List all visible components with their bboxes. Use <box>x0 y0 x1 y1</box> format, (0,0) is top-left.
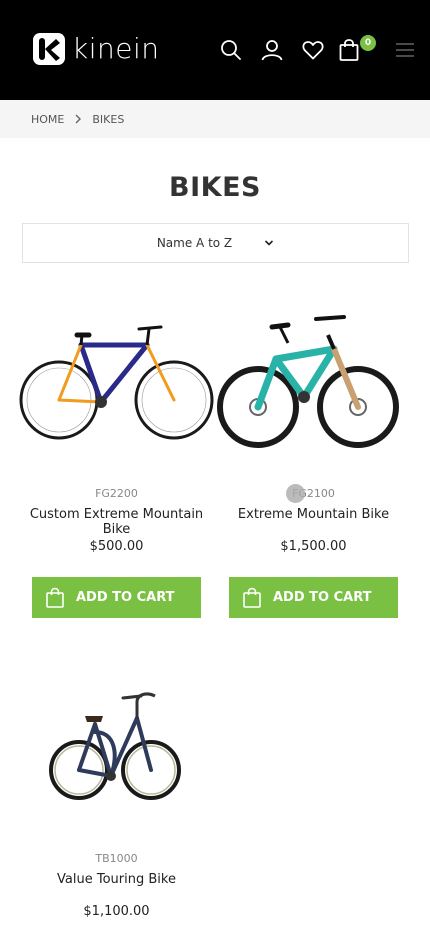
sort-selected-value: Name A to Z <box>156 236 233 250</box>
hamburger-menu-icon <box>396 43 414 57</box>
product-sku: TB1000 <box>95 852 138 865</box>
touring-bike-image <box>49 692 181 800</box>
logo-text: kinein <box>72 32 160 65</box>
carousel-dot[interactable] <box>286 484 305 503</box>
heart-icon <box>302 41 324 60</box>
mountain-bike-image <box>19 325 214 440</box>
shopping-bag-icon <box>44 587 66 609</box>
product-card: FG2200 Custom Extreme Mountain Bike $500… <box>19 307 214 554</box>
product-price: $500.00 <box>89 539 144 554</box>
sort-select[interactable]: Name A to Z <box>22 223 409 263</box>
breadcrumb-home-link[interactable]: HOME <box>31 113 64 126</box>
product-sku: FG2100 <box>292 487 335 500</box>
search-button[interactable] <box>218 36 244 64</box>
product-image[interactable] <box>19 672 214 837</box>
add-to-cart-button[interactable]: ADD TO CART <box>229 577 398 618</box>
product-price: $1,100.00 <box>83 904 150 919</box>
add-to-cart-label: ADD TO CART <box>273 590 372 605</box>
product-image[interactable] <box>19 307 214 472</box>
account-button[interactable] <box>259 36 285 64</box>
product-price: $1,500.00 <box>280 539 347 554</box>
cart-button[interactable] <box>336 36 362 64</box>
add-to-cart-label: ADD TO CART <box>76 590 175 605</box>
add-to-cart-button[interactable]: ADD TO CART <box>32 577 201 618</box>
product-image[interactable] <box>216 307 411 472</box>
menu-button[interactable] <box>394 36 416 64</box>
page-title: BIKES <box>169 172 261 203</box>
brand-logo[interactable]: kinein <box>32 32 160 66</box>
breadcrumb-current: BIKES <box>92 112 125 126</box>
product-card: FG2100 Extreme Mountain Bike $1,500.00 <box>216 307 411 554</box>
chevron-right-icon <box>74 114 82 124</box>
breadcrumb: HOME BIKES <box>0 100 430 138</box>
downhill-bike-image <box>217 315 399 448</box>
shopping-bag-icon <box>339 39 359 61</box>
product-sku: FG2200 <box>95 487 138 500</box>
chevron-down-icon <box>264 239 274 247</box>
product-card: TB1000 Value Touring Bike $1,100.00 <box>19 672 214 919</box>
cart-count-badge: 0 <box>360 35 376 51</box>
product-name[interactable]: Custom Extreme Mountain Bike <box>19 507 214 539</box>
logo-mark-icon <box>33 33 65 65</box>
user-icon <box>261 40 283 61</box>
product-name[interactable]: Value Touring Bike <box>19 872 214 904</box>
search-icon <box>221 40 241 60</box>
shopping-bag-icon <box>241 587 263 609</box>
wishlist-button[interactable] <box>300 36 326 64</box>
site-header: kinein 0 <box>0 0 430 100</box>
product-name[interactable]: Extreme Mountain Bike <box>216 507 411 539</box>
